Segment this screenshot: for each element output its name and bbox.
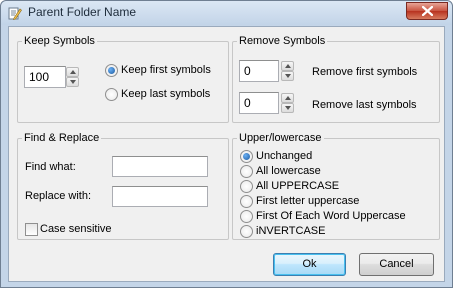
remove-first-label: Remove first symbols: [312, 66, 418, 78]
chevron-up-icon: [70, 70, 76, 74]
replace-with-input[interactable]: [112, 186, 208, 207]
remove-last-input[interactable]: 0: [239, 92, 279, 114]
case-sensitive-checkbox[interactable]: [25, 223, 38, 236]
each-word-uppercase-radio[interactable]: [240, 210, 253, 223]
keep-symbols-input[interactable]: 100: [24, 66, 66, 88]
chevron-down-icon: [70, 80, 76, 84]
spin-up-button[interactable]: [281, 61, 294, 71]
replace-with-label: Replace with:: [25, 190, 92, 202]
first-letter-uppercase-radio[interactable]: [240, 195, 253, 208]
remove-first-input[interactable]: 0: [239, 60, 279, 82]
dialog-window: Parent Folder Name Keep Symbols 100 Keep…: [0, 0, 453, 288]
group-title: Keep Symbols: [22, 34, 97, 48]
edit-icon: [8, 6, 22, 21]
all-lowercase-radio[interactable]: [240, 165, 253, 178]
case-sensitive-label[interactable]: Case sensitive: [40, 222, 112, 236]
close-icon: [422, 6, 433, 16]
find-what-input[interactable]: [112, 156, 208, 177]
close-button[interactable]: [406, 2, 448, 20]
spin-up-button[interactable]: [66, 67, 79, 77]
window-title: Parent Folder Name: [28, 5, 137, 19]
invert-case-label[interactable]: iNVERTCASE: [256, 224, 325, 238]
cancel-button[interactable]: Cancel: [359, 253, 434, 276]
keep-symbols-spinner[interactable]: 100: [24, 66, 80, 88]
find-what-label: Find what:: [25, 161, 76, 173]
keep-last-radio[interactable]: [105, 88, 118, 101]
keep-symbols-group: Keep Symbols 100 Keep first symbols Keep…: [17, 34, 229, 123]
keep-last-label[interactable]: Keep last symbols: [121, 87, 210, 101]
unchanged-label[interactable]: Unchanged: [256, 149, 312, 163]
keep-first-radio[interactable]: [105, 64, 118, 77]
invert-case-radio[interactable]: [240, 225, 253, 238]
case-conversion-group: Upper/lowercase Unchanged All lowercase …: [232, 131, 440, 240]
spin-down-button[interactable]: [281, 103, 294, 113]
spin-up-button[interactable]: [281, 93, 294, 103]
chevron-up-icon: [285, 64, 291, 68]
all-uppercase-radio[interactable]: [240, 180, 253, 193]
unchanged-radio[interactable]: [240, 150, 253, 163]
spin-down-button[interactable]: [281, 71, 294, 81]
title-bar[interactable]: Parent Folder Name: [1, 1, 452, 25]
remove-last-spinner[interactable]: 0: [239, 92, 295, 114]
dialog-client-area: Keep Symbols 100 Keep first symbols Keep…: [8, 26, 445, 282]
keep-first-label[interactable]: Keep first symbols: [121, 63, 211, 77]
group-title: Find & Replace: [22, 131, 102, 145]
chevron-down-icon: [285, 106, 291, 110]
all-uppercase-label[interactable]: All UPPERCASE: [256, 179, 339, 193]
spin-down-button[interactable]: [66, 77, 79, 87]
group-title: Remove Symbols: [237, 34, 328, 48]
chevron-up-icon: [285, 96, 291, 100]
first-letter-uppercase-label[interactable]: First letter uppercase: [256, 194, 359, 208]
group-title: Upper/lowercase: [237, 131, 324, 145]
remove-symbols-group: Remove Symbols 0 Remove first symbols 0: [232, 34, 440, 123]
remove-last-label: Remove last symbols: [312, 99, 417, 111]
ok-button[interactable]: Ok: [273, 253, 346, 276]
chevron-down-icon: [285, 74, 291, 78]
all-lowercase-label[interactable]: All lowercase: [256, 164, 321, 178]
each-word-uppercase-label[interactable]: First Of Each Word Uppercase: [256, 209, 406, 223]
find-replace-group: Find & Replace Find what: Replace with: …: [17, 131, 229, 240]
remove-first-spinner[interactable]: 0: [239, 60, 295, 82]
